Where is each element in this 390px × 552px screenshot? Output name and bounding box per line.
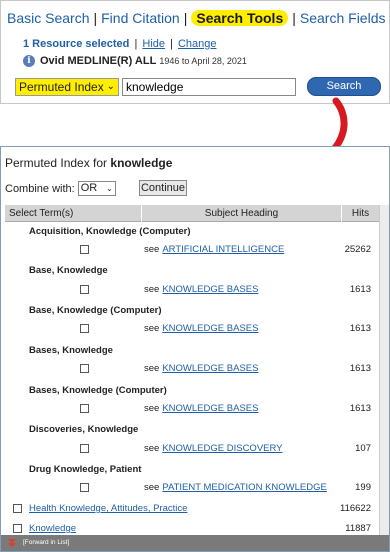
combine-select[interactable]: OR ⌄: [77, 181, 116, 196]
see-prefix: see: [144, 482, 160, 493]
table-row: see ARTIFICIAL INTELLIGENCE 25262: [1, 244, 379, 258]
table-row: see KNOWLEDGE BASES 1613: [1, 284, 379, 298]
see-reference: see KNOWLEDGE BASES: [144, 363, 258, 374]
hits-count: 1613: [349, 323, 371, 334]
term-checkbox[interactable]: [13, 504, 22, 513]
subject-heading-link[interactable]: Health Knowledge, Attitudes, Practice: [29, 503, 187, 514]
subject-heading-link[interactable]: KNOWLEDGE BASES: [162, 403, 258, 414]
results-table-header: Select Term(s) Subject Heading Hits: [5, 205, 379, 222]
title-term: knowledge: [110, 156, 173, 170]
subject-heading-link[interactable]: Knowledge: [29, 523, 76, 534]
term-heading: Acquisition, Knowledge (Computer): [29, 226, 191, 237]
tab-search-fields[interactable]: Search Fields: [300, 10, 386, 26]
list-navigation-bar: [Forward in List]: [1, 535, 389, 551]
table-row: see KNOWLEDGE DISCOVERY 107: [1, 443, 379, 457]
chevron-down-icon: ⌄: [106, 81, 115, 92]
see-prefix: see: [144, 363, 160, 374]
table-row: see KNOWLEDGE BASES 1613: [1, 363, 379, 377]
subject-heading-link[interactable]: KNOWLEDGE BASES: [162, 323, 258, 334]
term-checkbox[interactable]: [80, 404, 89, 413]
see-prefix: see: [144, 403, 160, 414]
header-hits: Hits: [341, 205, 379, 222]
table-row: see KNOWLEDGE BASES 1613: [1, 403, 379, 417]
term-checkbox[interactable]: [80, 364, 89, 373]
see-reference: see PATIENT MEDICATION KNOWLEDGE: [144, 482, 327, 493]
hits-count: 199: [355, 482, 371, 493]
chevron-down-icon: ⌄: [106, 184, 113, 193]
term-heading: Base, Knowledge: [29, 265, 108, 276]
tab-basic-search[interactable]: Basic Search: [7, 10, 89, 26]
search-tool-value: Permuted Index: [19, 80, 104, 94]
see-reference: see ARTIFICIAL INTELLIGENCE: [144, 244, 284, 255]
combine-row: Combine with: OR ⌄: [5, 181, 116, 196]
subject-heading-link[interactable]: ARTIFICIAL INTELLIGENCE: [162, 244, 284, 255]
term-heading: Bases, Knowledge (Computer): [29, 385, 167, 396]
see-prefix: see: [144, 443, 160, 454]
hits-count: 1613: [349, 284, 371, 295]
database-range: 1946 to April 28, 2021: [159, 56, 247, 66]
subject-heading-link[interactable]: KNOWLEDGE BASES: [162, 284, 258, 295]
search-tool-select[interactable]: Permuted Index ⌄: [15, 78, 119, 96]
see-reference: see KNOWLEDGE BASES: [144, 323, 258, 334]
search-tabs: Basic Search | Find Citation | Search Tools |…: [7, 10, 390, 26]
tab-separator: |: [93, 10, 98, 26]
see-reference: see KNOWLEDGE DISCOVERY: [144, 443, 283, 454]
title-prefix: Permuted Index for: [5, 156, 111, 170]
term-checkbox[interactable]: [80, 483, 89, 492]
term-checkbox[interactable]: [80, 285, 89, 294]
tab-separator: |: [292, 10, 296, 26]
hits-count: 107: [355, 443, 371, 454]
term-heading: Bases, Knowledge: [29, 345, 113, 356]
see-prefix: see: [144, 284, 160, 295]
see-reference: see KNOWLEDGE BASES: [144, 284, 258, 295]
hide-link[interactable]: Hide: [142, 38, 165, 50]
header-subject-heading: Subject Heading: [141, 205, 341, 222]
term-checkbox[interactable]: [13, 524, 22, 533]
term-heading: Discoveries, Knowledge: [29, 424, 139, 435]
database-line: i Ovid MEDLINE(R) ALL 1946 to April 28, …: [23, 55, 247, 67]
combine-value: OR: [80, 182, 98, 194]
subject-heading-link[interactable]: KNOWLEDGE BASES: [162, 363, 258, 374]
subject-heading-link[interactable]: PATIENT MEDICATION KNOWLEDGE: [162, 482, 327, 493]
search-input[interactable]: [122, 78, 296, 96]
tab-separator: |: [183, 10, 188, 26]
tab-find-citation[interactable]: Find Citation: [101, 10, 180, 26]
hits-count: 116622: [340, 503, 371, 514]
table-row: see KNOWLEDGE BASES 1613: [1, 323, 379, 337]
term-heading: Drug Knowledge, Patient: [29, 464, 142, 475]
permuted-index-panel: Permuted Index for knowledge Combine wit…: [0, 146, 390, 552]
hits-count: 25262: [344, 244, 371, 255]
continue-button[interactable]: Continue: [139, 180, 187, 196]
resources-selected: 1 Resource selected: [23, 38, 130, 50]
combine-label: Combine with:: [5, 182, 75, 195]
term-checkbox[interactable]: [80, 444, 89, 453]
change-link[interactable]: Change: [178, 38, 217, 50]
subject-heading-link[interactable]: KNOWLEDGE DISCOVERY: [162, 443, 282, 454]
separator: |: [170, 38, 173, 50]
header-select-terms: Select Term(s): [9, 208, 74, 219]
forward-arrow-icon[interactable]: [7, 538, 17, 548]
term-checkbox[interactable]: [80, 324, 89, 333]
see-reference: see KNOWLEDGE BASES: [144, 403, 258, 414]
hits-count: 1613: [349, 403, 371, 414]
search-button[interactable]: Search: [307, 77, 381, 96]
forward-in-list-link[interactable]: [Forward in List]: [23, 539, 69, 546]
term-heading: Base, Knowledge (Computer): [29, 305, 162, 316]
table-row: see PATIENT MEDICATION KNOWLEDGE 199: [1, 482, 379, 496]
search-panel: Basic Search | Find Citation | Search Tools |…: [0, 0, 390, 104]
table-row: Health Knowledge, Attitudes, Practice 11…: [1, 503, 379, 517]
database-name: Ovid MEDLINE(R) ALL: [40, 55, 157, 67]
see-prefix: see: [144, 244, 160, 255]
hits-count: 1613: [349, 363, 371, 374]
permuted-index-title: Permuted Index for knowledge: [5, 156, 172, 170]
separator: |: [134, 38, 138, 50]
term-checkbox[interactable]: [80, 245, 89, 254]
see-prefix: see: [144, 323, 160, 334]
info-icon[interactable]: i: [23, 55, 35, 67]
resources-line: 1 Resource selected | Hide | Change: [23, 38, 217, 50]
scrollbar[interactable]: [379, 205, 389, 539]
hits-count: 11887: [345, 523, 371, 534]
tab-search-tools[interactable]: Search Tools: [191, 10, 289, 26]
